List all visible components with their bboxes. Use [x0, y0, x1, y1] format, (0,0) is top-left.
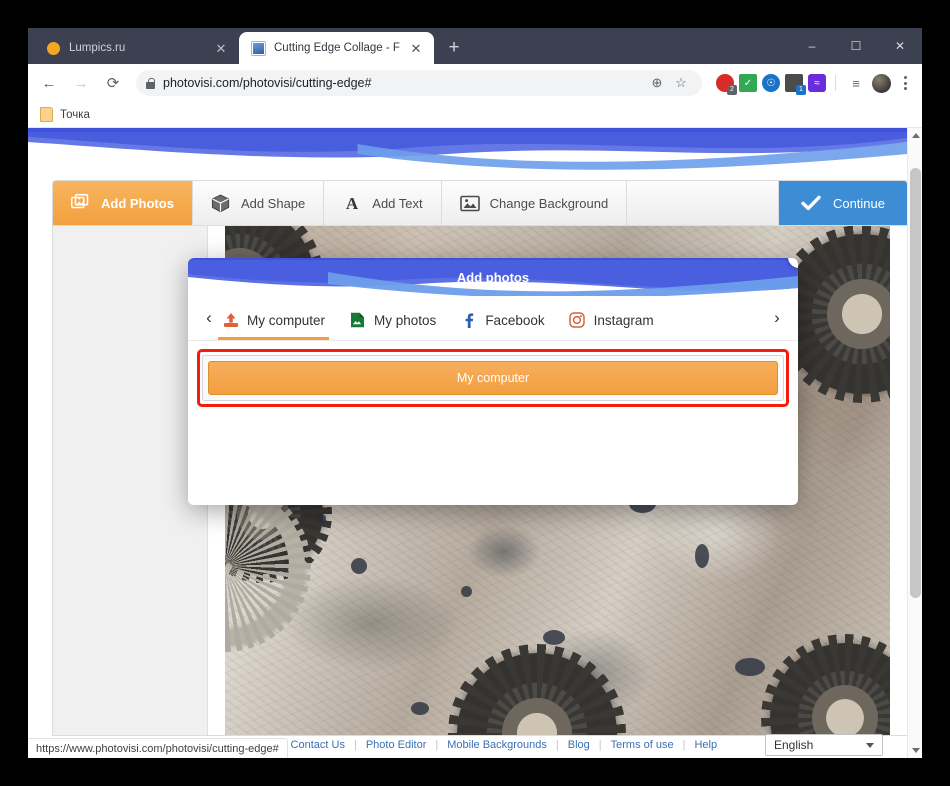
browser-tabstrip: Lumpics.ru ✕ Cutting Edge Collage - Fun …	[28, 28, 922, 64]
upload-area: My computer	[197, 349, 789, 407]
modal-overlay: Add photos ✕ ‹ My c	[28, 128, 922, 758]
modal-tab-my-photos[interactable]: My photos	[349, 296, 436, 340]
reading-list-icon[interactable]: ≡	[845, 72, 867, 94]
tabs-prev-arrow[interactable]: ‹	[196, 308, 222, 328]
upload-icon	[222, 312, 239, 329]
modal-tab-label: My computer	[247, 312, 326, 328]
window-close-icon[interactable]: ✕	[878, 28, 922, 64]
modal-title: Add photos	[456, 269, 530, 285]
browser-tab-photovisi[interactable]: Cutting Edge Collage - Fun | Pho ✕	[239, 32, 434, 64]
photovisi-icon	[251, 40, 266, 56]
reload-button[interactable]: ⟳	[98, 68, 128, 98]
folder-icon	[40, 107, 53, 122]
kebab-menu-icon[interactable]	[896, 76, 914, 90]
modal-tab-instagram[interactable]: Instagram	[569, 296, 654, 340]
close-icon[interactable]: ✕	[213, 40, 229, 56]
modal-tab-list: My computer My photos Facebook Instagram	[217, 296, 764, 340]
extension-icons: 2 ✓ ☉ 1 ≈ ≡	[710, 72, 914, 95]
bookmark-star-icon[interactable]: ☆	[670, 72, 692, 94]
new-tab-button[interactable]: +	[440, 34, 468, 62]
page-viewport: Add Photos Add Shape A Add Text Change B…	[28, 128, 922, 758]
modal-header: Add photos ✕	[188, 258, 798, 296]
modal-tab-label: Facebook	[485, 312, 545, 328]
box-extension-icon[interactable]: 1	[785, 74, 806, 95]
browser-tab-title: Lumpics.ru	[69, 42, 126, 54]
omnibox-actions: ⊕ ☆	[646, 72, 692, 94]
divider	[835, 75, 836, 91]
url-text: photovisi.com/photovisi/cutting-edge#	[163, 76, 372, 90]
minimize-icon[interactable]: –	[790, 28, 834, 64]
checkmark-extension-icon[interactable]: ✓	[739, 74, 757, 92]
modal-tab-label: Instagram	[593, 312, 654, 328]
modal-tab-label: My photos	[374, 312, 437, 328]
share-icon[interactable]: ⊕	[646, 72, 668, 94]
back-button[interactable]: ←	[34, 68, 64, 98]
browser-status-bar: https://www.photovisi.com/photovisi/cutt…	[28, 738, 288, 758]
orange-circle-icon	[46, 41, 61, 56]
tabs-next-arrow[interactable]: ›	[764, 308, 790, 328]
add-photos-modal: Add photos ✕ ‹ My c	[188, 258, 798, 505]
purple-extension-icon[interactable]: ≈	[808, 74, 826, 92]
opera-vpn-icon[interactable]: 2	[716, 74, 737, 95]
maximize-icon[interactable]: ☐	[834, 28, 878, 64]
forward-button[interactable]: →	[66, 68, 96, 98]
browser-tab-title: Cutting Edge Collage - Fun | Pho	[274, 42, 400, 54]
globe-extension-icon[interactable]: ☉	[762, 74, 780, 92]
bookmark-item-tochka[interactable]: Точка	[60, 109, 90, 121]
browser-tab-lumpics[interactable]: Lumpics.ru ✕	[34, 32, 239, 64]
address-bar[interactable]: photovisi.com/photovisi/cutting-edge# ⊕ …	[136, 70, 702, 96]
photo-file-icon	[349, 312, 366, 329]
modal-body: My computer	[188, 341, 798, 505]
bookmarks-bar: Точка	[28, 102, 922, 128]
close-icon[interactable]: ✕	[408, 40, 424, 56]
modal-tab-my-computer[interactable]: My computer	[217, 296, 330, 340]
modal-source-tabs: ‹ My computer My photos Facebook Instagr…	[188, 296, 798, 341]
window-controls: – ☐ ✕	[790, 28, 922, 64]
extension-badge: 1	[796, 85, 806, 95]
extension-badge: 2	[727, 85, 737, 95]
facebook-icon	[460, 312, 477, 329]
avatar[interactable]	[872, 73, 891, 93]
instagram-icon	[569, 312, 586, 329]
my-computer-upload-button[interactable]: My computer	[208, 361, 778, 395]
lock-icon	[146, 77, 155, 89]
browser-window: Lumpics.ru ✕ Cutting Edge Collage - Fun …	[28, 28, 922, 758]
browser-toolbar: ← → ⟳ photovisi.com/photovisi/cutting-ed…	[28, 64, 922, 102]
modal-tab-facebook[interactable]: Facebook	[460, 296, 545, 340]
